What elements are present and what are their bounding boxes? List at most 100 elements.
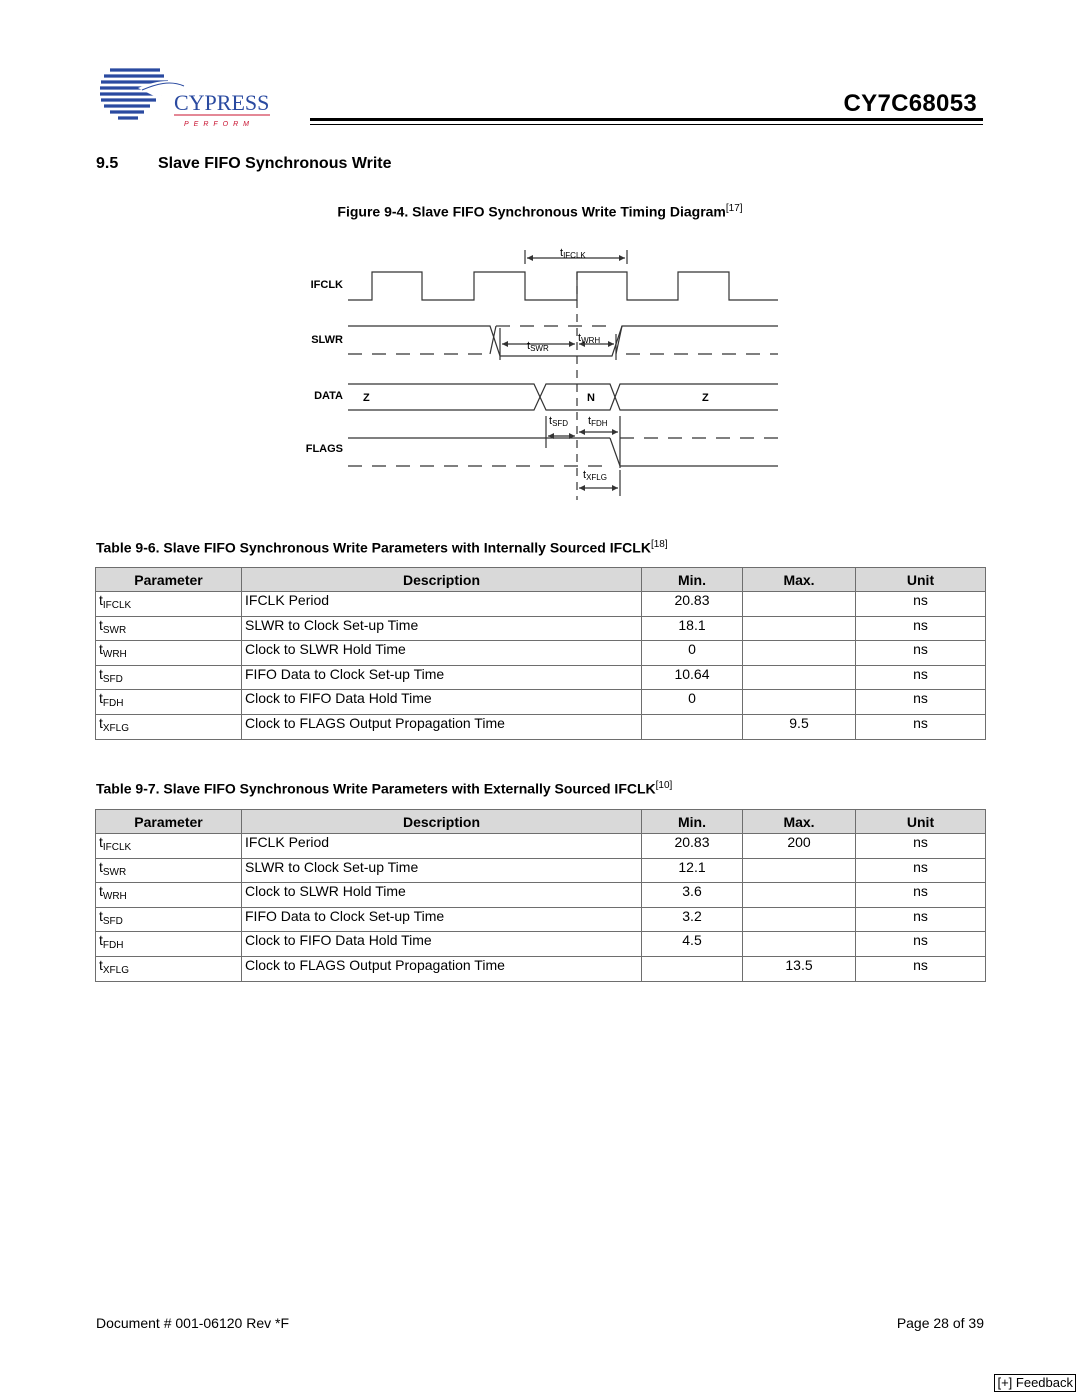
table-footnote-ref: [18] [650, 539, 668, 550]
cell-unit: ns [855, 664, 986, 691]
cell-description: Clock to SLWR Hold Time [241, 640, 642, 666]
header-description: Description [241, 809, 642, 834]
timing-diagram: IFCLK SLWR DATA FLAGS Z N Z tIFCLK tSWR … [306, 247, 778, 500]
cypress-logo: CYPRESS PERFORM [98, 58, 278, 130]
cell-unit: ns [855, 615, 986, 642]
table-header-row: Parameter Description Min. Max. Unit [95, 809, 986, 834]
cell-min: 10.64 [641, 664, 743, 691]
feedback-button[interactable]: [+] Feedback [994, 1374, 1076, 1392]
cell-min: 12.1 [641, 857, 743, 884]
data-label-z-after: Z [702, 392, 709, 404]
label-twrh: tWRH [578, 332, 600, 345]
table-row: tSWR SLWR to Clock Set-up Time 18.1 ns [95, 615, 986, 642]
table-row: tFDH Clock to FIFO Data Hold Time 0 ns [95, 689, 986, 715]
label-tsfd: tSFD [549, 415, 568, 428]
cell-parameter: tXFLG [95, 713, 242, 740]
header-description: Description [241, 567, 642, 592]
cell-max: 200 [742, 833, 856, 859]
cell-min: 0 [641, 640, 743, 666]
cell-description: Clock to FLAGS Output Propagation Time [241, 955, 642, 982]
data-label-n: N [587, 392, 595, 404]
cell-description: SLWR to Clock Set-up Time [241, 857, 642, 884]
cell-min [641, 713, 743, 740]
section-number: 9.5 [96, 155, 119, 172]
cell-unit: ns [855, 931, 986, 957]
signal-label-ifclk: IFCLK [311, 279, 343, 291]
table-row: tWRH Clock to SLWR Hold Time 3.6 ns [95, 882, 986, 908]
cell-parameter: tSFD [95, 906, 242, 933]
cell-parameter: tSWR [95, 857, 242, 884]
cell-parameter: tWRH [95, 640, 242, 666]
cell-max [742, 906, 856, 933]
table-row: tXFLG Clock to FLAGS Output Propagation T… [95, 955, 986, 982]
table-row: tFDH Clock to FIFO Data Hold Time 4.5 ns [95, 931, 986, 957]
cell-min: 0 [641, 689, 743, 715]
cell-unit: ns [855, 713, 986, 740]
label-txflg: tXFLG [583, 469, 607, 482]
header-max: Max. [742, 567, 856, 592]
table-caption-9-6: Table 9-6. Slave FIFO Synchronous Write … [96, 539, 668, 556]
cell-description: FIFO Data to Clock Set-up Time [241, 664, 642, 691]
cell-max [742, 664, 856, 691]
cell-min [641, 955, 743, 982]
cell-unit: ns [855, 689, 986, 715]
table-row: tSWR SLWR to Clock Set-up Time 12.1 ns [95, 857, 986, 884]
cell-unit: ns [855, 640, 986, 666]
header-min: Min. [641, 567, 743, 592]
figure-footnote-ref: [17] [725, 203, 743, 214]
cell-max: 13.5 [742, 955, 856, 982]
ifclk-waveform [348, 271, 778, 301]
document-number: Document # 001-06120 Rev *F [96, 1315, 289, 1331]
data-label-z-before: Z [363, 392, 370, 404]
table-row: tIFCLK IFCLK Period 20.83 200 ns [95, 833, 986, 859]
cell-description: Clock to FIFO Data Hold Time [241, 689, 642, 715]
cell-parameter: tXFLG [95, 955, 242, 982]
cell-max [742, 640, 856, 666]
cell-parameter: tSFD [95, 664, 242, 691]
section-heading: 9.5 Slave FIFO Synchronous Write [96, 155, 392, 173]
table-caption-9-7: Table 9-7. Slave FIFO Synchronous Write … [96, 780, 673, 797]
slwr-waveform-high [348, 325, 778, 357]
table-row: tXFLG Clock to FLAGS Output Propagation T… [95, 713, 986, 740]
cell-max [742, 591, 856, 617]
cell-unit: ns [855, 591, 986, 617]
cell-parameter: tWRH [95, 882, 242, 908]
figure-caption: Figure 9-4. Slave FIFO Synchronous Write… [0, 203, 1080, 220]
table-row: tSFD FIFO Data to Clock Set-up Time 10.64 n… [95, 664, 986, 691]
table-internal-ifclk: Parameter Description Min. Max. Unit tIF… [95, 567, 986, 740]
header-rule-thin [310, 124, 983, 125]
signal-label-flags: FLAGS [306, 443, 343, 455]
cell-parameter: tSWR [95, 615, 242, 642]
signal-label-data: DATA [314, 390, 343, 402]
header-min: Min. [641, 809, 743, 834]
header-parameter: Parameter [95, 567, 242, 592]
cell-max [742, 615, 856, 642]
cell-description: Clock to FLAGS Output Propagation Time [241, 713, 642, 740]
header-rule [310, 118, 983, 121]
cell-parameter: tFDH [95, 931, 242, 957]
cell-unit: ns [855, 857, 986, 884]
header-unit: Unit [855, 567, 986, 592]
header-max: Max. [742, 809, 856, 834]
table-row: tIFCLK IFCLK Period 20.83 ns [95, 591, 986, 617]
table-external-ifclk: Parameter Description Min. Max. Unit tIF… [95, 809, 986, 982]
cell-parameter: tFDH [95, 689, 242, 715]
cell-description: Clock to SLWR Hold Time [241, 882, 642, 908]
header-unit: Unit [855, 809, 986, 834]
cell-min: 4.5 [641, 931, 743, 957]
cell-max [742, 689, 856, 715]
cell-min: 3.6 [641, 882, 743, 908]
cell-description: Clock to FIFO Data Hold Time [241, 931, 642, 957]
cell-parameter: tIFCLK [95, 591, 242, 617]
cell-min: 18.1 [641, 615, 743, 642]
cell-max [742, 857, 856, 884]
header-parameter: Parameter [95, 809, 242, 834]
label-tifclk: tIFCLK [560, 247, 586, 260]
cell-unit: ns [855, 906, 986, 933]
part-number: CY7C68053 [843, 90, 977, 117]
label-tfdh: tFDH [588, 415, 608, 428]
cell-description: IFCLK Period [241, 833, 642, 859]
section-title: Slave FIFO Synchronous Write [158, 155, 392, 172]
logo-tagline: PERFORM [184, 121, 254, 128]
cell-description: FIFO Data to Clock Set-up Time [241, 906, 642, 933]
